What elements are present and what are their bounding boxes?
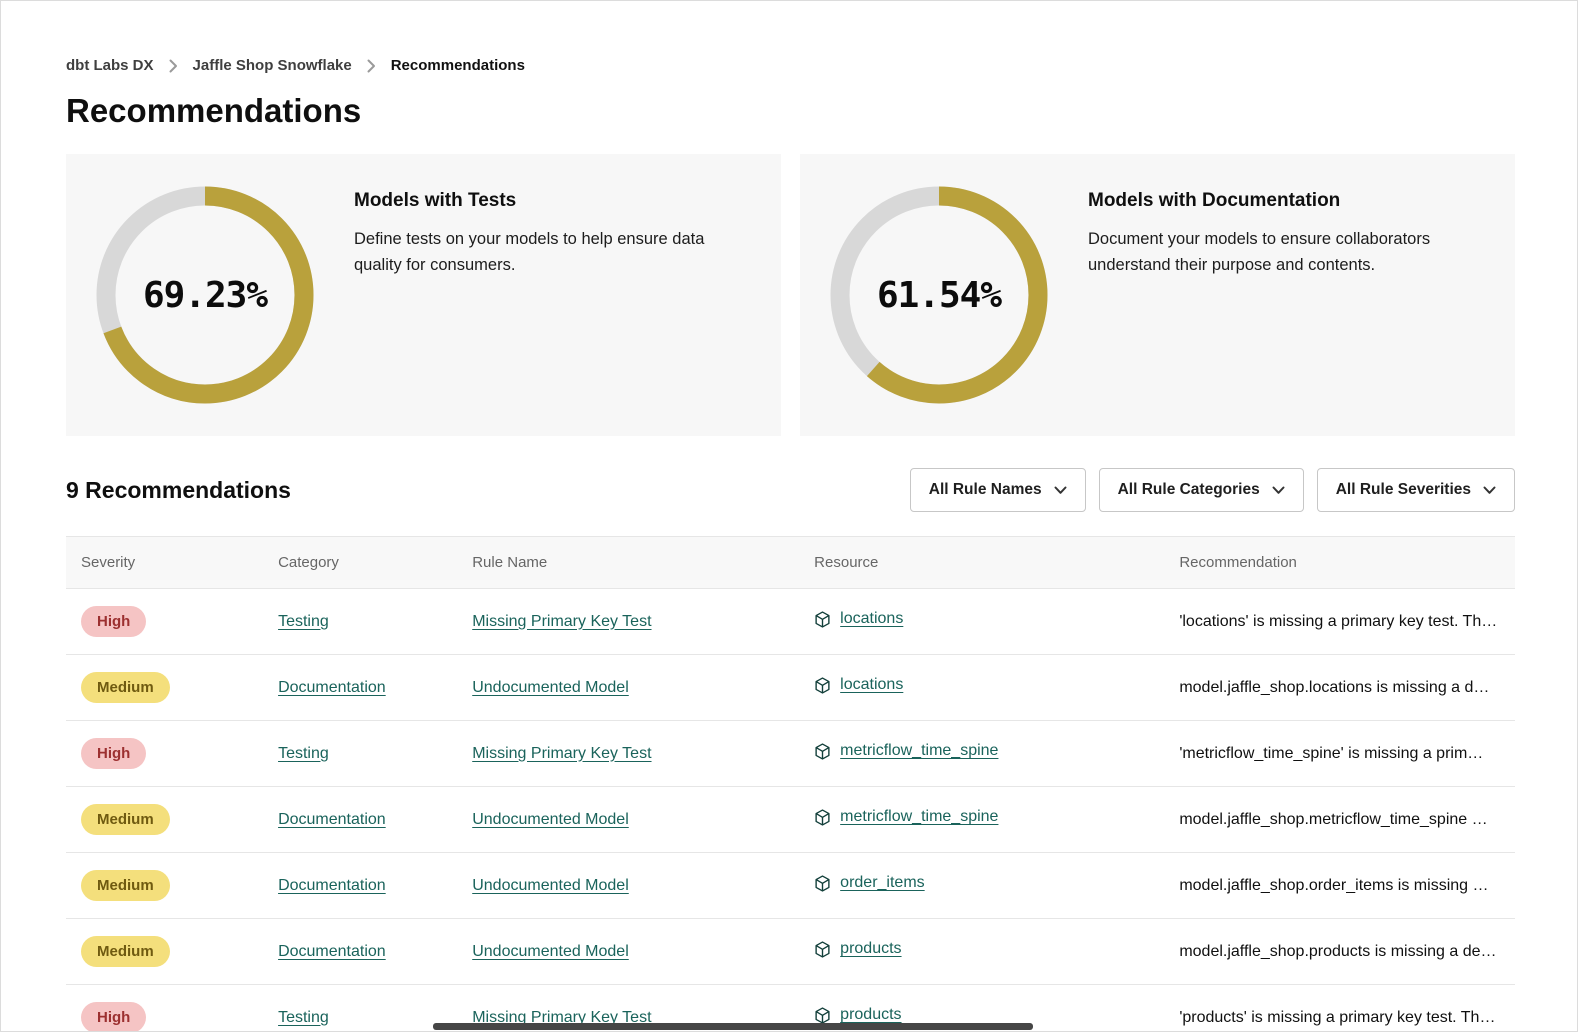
recommendation-text: model.jaffle_shop.products is missing a … <box>1179 943 1496 960</box>
page: dbt Labs DX Jaffle Shop Snowflake Recomm… <box>0 0 1578 1032</box>
rule-name-link[interactable]: Undocumented Model <box>472 679 629 696</box>
recommendation-text: model.jaffle_shop.metricflow_time_spine … <box>1179 811 1487 828</box>
resource-link[interactable]: products <box>840 940 901 958</box>
card-title: Models with Documentation <box>1088 190 1485 212</box>
column-header-rule-name: Rule Name <box>457 537 799 589</box>
recommendations-table: Severity Category Rule Name Resource Rec… <box>66 536 1515 1032</box>
rule-names-filter-dropdown[interactable]: All Rule Names <box>910 468 1086 512</box>
models-with-documentation-card: 61.54% Models with Documentation Documen… <box>800 154 1515 436</box>
table-row: Medium Documentation Undocumented Model … <box>66 787 1515 853</box>
card-description: Define tests on your models to help ensu… <box>354 227 751 278</box>
metric-cards: 69.23% Models with Tests Define tests on… <box>66 154 1515 436</box>
chevron-down-icon <box>1272 486 1285 495</box>
cube-icon <box>814 875 831 892</box>
rule-categories-filter-dropdown[interactable]: All Rule Categories <box>1099 468 1304 512</box>
category-link[interactable]: Documentation <box>278 943 386 960</box>
resource-link[interactable]: locations <box>840 676 903 694</box>
severity-badge: Medium <box>81 804 170 835</box>
table-row: High Testing Missing Primary Key Test me… <box>66 721 1515 787</box>
resource-link[interactable]: locations <box>840 610 903 628</box>
chevron-right-icon <box>169 59 178 73</box>
severity-badge: Medium <box>81 672 170 703</box>
category-link[interactable]: Testing <box>278 745 329 762</box>
models-with-tests-donut-chart: 69.23% <box>96 186 314 404</box>
recommendation-text: model.jaffle_shop.locations is missing a… <box>1179 679 1489 696</box>
rule-name-link[interactable]: Missing Primary Key Test <box>472 613 651 630</box>
cube-icon <box>814 677 831 694</box>
recommendation-text: model.jaffle_shop.order_items is missing… <box>1179 877 1488 894</box>
recommendation-text: 'products' is missing a primary key test… <box>1179 1009 1495 1026</box>
filter-bar: All Rule Names All Rule Categories All R… <box>910 468 1515 512</box>
cube-icon <box>814 809 831 826</box>
cube-icon <box>814 611 831 628</box>
table-row: High Testing Missing Primary Key Test lo… <box>66 589 1515 655</box>
column-header-recommendation: Recommendation <box>1164 537 1515 589</box>
severity-badge: Medium <box>81 870 170 901</box>
severity-badge: High <box>81 738 146 769</box>
resource-link[interactable]: metricflow_time_spine <box>840 742 998 760</box>
severity-badge: Medium <box>81 936 170 967</box>
category-link[interactable]: Documentation <box>278 679 386 696</box>
models-with-tests-card: 69.23% Models with Tests Define tests on… <box>66 154 781 436</box>
chevron-down-icon <box>1054 486 1067 495</box>
recommendation-text: 'locations' is missing a primary key tes… <box>1179 613 1497 630</box>
horizontal-scrollbar-thumb[interactable] <box>433 1023 1033 1030</box>
documentation-percent-value: 61.54% <box>830 186 1048 404</box>
rule-name-link[interactable]: Undocumented Model <box>472 943 629 960</box>
table-row: Medium Documentation Undocumented Model … <box>66 919 1515 985</box>
rule-name-link[interactable]: Undocumented Model <box>472 811 629 828</box>
cube-icon <box>814 941 831 958</box>
page-title: Recommendations <box>66 92 1515 130</box>
filter-label: All Rule Names <box>929 481 1042 499</box>
resource-link[interactable]: metricflow_time_spine <box>840 808 998 826</box>
breadcrumb-item-jaffle-shop-snowflake[interactable]: Jaffle Shop Snowflake <box>193 57 352 74</box>
cube-icon <box>814 1007 831 1024</box>
filter-label: All Rule Categories <box>1118 481 1260 499</box>
table-header-row: Severity Category Rule Name Resource Rec… <box>66 537 1515 589</box>
resource-link[interactable]: order_items <box>840 874 924 892</box>
models-with-documentation-donut-chart: 61.54% <box>830 186 1048 404</box>
chevron-down-icon <box>1483 486 1496 495</box>
card-description: Document your models to ensure collabora… <box>1088 227 1485 278</box>
recommendations-count-title: 9 Recommendations <box>66 477 291 504</box>
table-row: Medium Documentation Undocumented Model … <box>66 655 1515 721</box>
breadcrumb-item-recommendations: Recommendations <box>391 57 525 74</box>
cube-icon <box>814 743 831 760</box>
tests-percent-value: 69.23% <box>96 186 314 404</box>
category-link[interactable]: Testing <box>278 1009 329 1026</box>
column-header-category: Category <box>263 537 457 589</box>
table-body: High Testing Missing Primary Key Test lo… <box>66 589 1515 1032</box>
severity-badge: High <box>81 606 146 637</box>
category-link[interactable]: Documentation <box>278 811 386 828</box>
breadcrumb: dbt Labs DX Jaffle Shop Snowflake Recomm… <box>66 57 1515 74</box>
rule-severities-filter-dropdown[interactable]: All Rule Severities <box>1317 468 1515 512</box>
chevron-right-icon <box>367 59 376 73</box>
table-row: Medium Documentation Undocumented Model … <box>66 853 1515 919</box>
resource-link[interactable]: products <box>840 1006 901 1024</box>
rule-name-link[interactable]: Missing Primary Key Test <box>472 745 651 762</box>
breadcrumb-item-dbt-labs-dx[interactable]: dbt Labs DX <box>66 57 154 74</box>
rule-name-link[interactable]: Undocumented Model <box>472 877 629 894</box>
category-link[interactable]: Testing <box>278 613 329 630</box>
filter-label: All Rule Severities <box>1336 481 1471 499</box>
severity-badge: High <box>81 1002 146 1032</box>
category-link[interactable]: Documentation <box>278 877 386 894</box>
card-title: Models with Tests <box>354 190 751 212</box>
column-header-resource: Resource <box>799 537 1164 589</box>
recommendation-text: 'metricflow_time_spine' is missing a pri… <box>1179 745 1483 762</box>
column-header-severity: Severity <box>66 537 263 589</box>
